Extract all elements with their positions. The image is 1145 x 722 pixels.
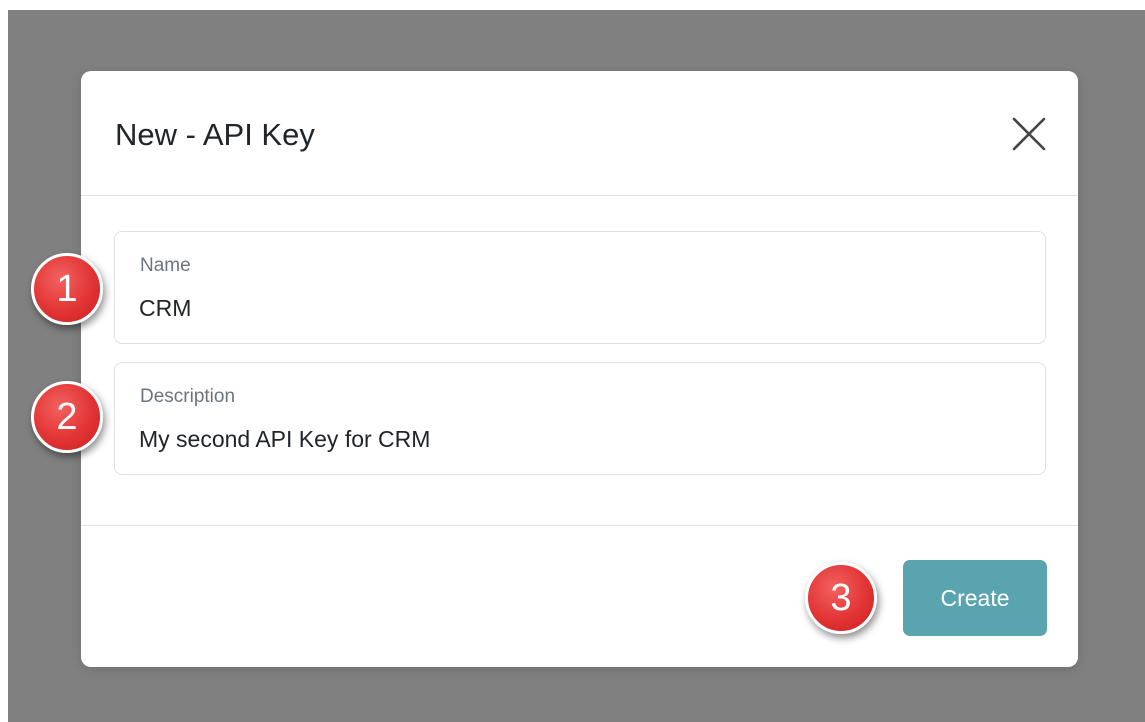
name-label: Name [140,255,191,276]
close-icon [1012,117,1046,151]
name-field[interactable]: Name [114,231,1046,344]
modal-header: New - API Key [81,71,1078,196]
modal-title: New - API Key [115,117,315,152]
description-input[interactable] [139,426,1019,453]
name-input[interactable] [139,295,1019,322]
modal-footer: Create [81,525,1078,667]
api-key-dialog: New - API Key Name Description Create [81,71,1078,667]
description-label: Description [140,386,236,407]
step-3-badge: 3 [805,562,877,634]
step-1-badge: 1 [31,253,103,325]
description-field[interactable]: Description [114,362,1046,475]
create-button[interactable]: Create [903,560,1047,636]
step-2-badge: 2 [31,381,103,453]
close-button[interactable] [1011,116,1047,152]
